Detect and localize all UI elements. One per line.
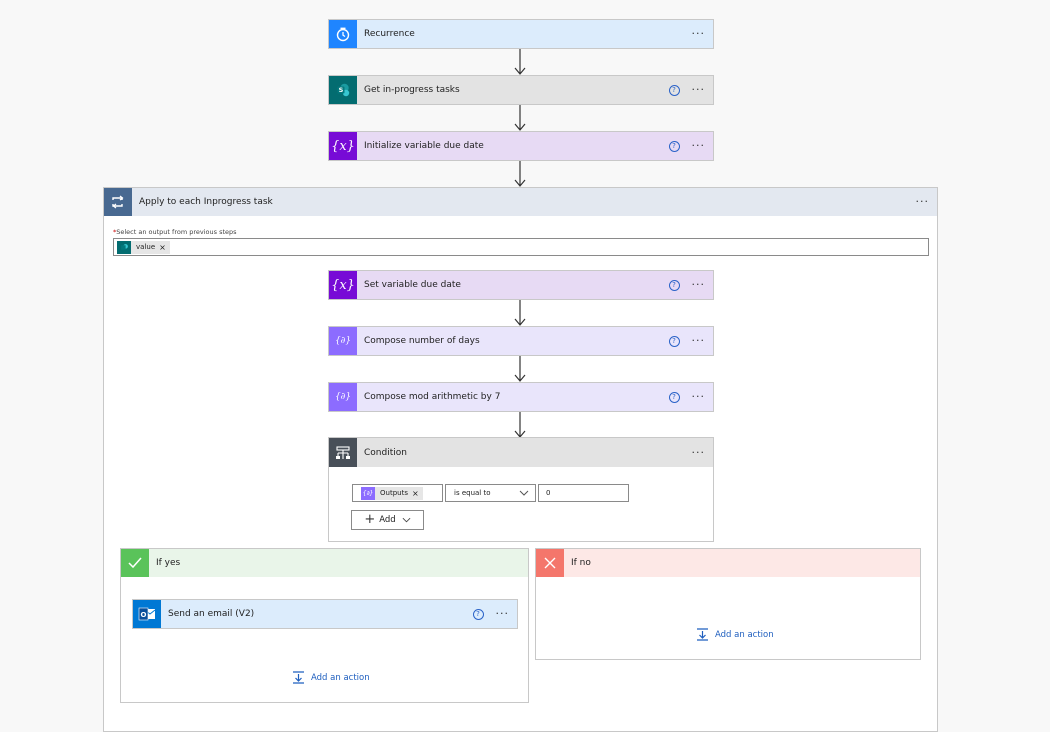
connector-arrow [514, 105, 526, 131]
more-options-icon[interactable]: ··· [692, 447, 706, 458]
sharepoint-icon: S [329, 76, 357, 104]
more-options-icon[interactable]: ··· [692, 335, 706, 346]
plus-icon: + [364, 512, 376, 527]
token-label: Outputs [380, 489, 408, 497]
value-token[interactable]: value × [117, 240, 170, 254]
right-value: 0 [546, 489, 551, 497]
connector-arrow [514, 161, 526, 187]
step-compose-mod[interactable]: {∂} Compose mod arithmetic by 7 ? ··· [328, 382, 714, 412]
step-title: Send an email (V2) [168, 609, 255, 619]
add-label: Add [379, 515, 396, 525]
check-icon [121, 549, 149, 577]
step-recurrence[interactable]: Recurrence ··· [328, 19, 714, 49]
select-output-field[interactable]: value × [113, 238, 929, 256]
connector-arrow [514, 49, 526, 75]
remove-token-icon[interactable]: × [412, 489, 419, 498]
add-action-link[interactable]: Add an action [292, 671, 370, 684]
more-options-icon[interactable]: ··· [916, 196, 930, 207]
compose-icon: {∂} [361, 486, 375, 500]
chevron-down-icon [402, 517, 411, 523]
alarm-clock-icon [329, 20, 357, 48]
token-label: value [136, 243, 156, 251]
if-yes-header[interactable]: If yes [121, 549, 528, 577]
step-title: Set variable due date [364, 280, 461, 290]
chevron-down-icon [519, 490, 529, 496]
branch-title: If no [571, 558, 591, 568]
more-options-icon[interactable]: ··· [692, 28, 706, 39]
if-no-branch: If no Add an action [535, 548, 921, 660]
more-options-icon[interactable]: ··· [692, 140, 706, 151]
condition-icon [329, 438, 357, 467]
condition-card: Condition ··· {∂} Outputs × is equal to … [328, 437, 714, 542]
branch-title: If yes [156, 558, 181, 568]
condition-right-field[interactable]: 0 [538, 484, 629, 502]
select-output-label: *Select an output from previous steps [113, 228, 237, 236]
step-title: Apply to each Inprogress task [139, 197, 273, 207]
step-title: Initialize variable due date [364, 141, 484, 151]
step-compose-days[interactable]: {∂} Compose number of days ? ··· [328, 326, 714, 356]
close-icon [536, 549, 564, 577]
help-icon[interactable]: ? [668, 391, 680, 403]
add-action-label: Add an action [311, 672, 370, 683]
more-options-icon[interactable]: ··· [692, 391, 706, 402]
outputs-token[interactable]: {∂} Outputs × [361, 486, 423, 500]
select-output-text: Select an output from previous steps [116, 228, 237, 236]
if-yes-branch: If yes O Send an email (V2) ? ··· Add an… [120, 548, 529, 703]
if-no-header[interactable]: If no [536, 549, 920, 577]
more-options-icon[interactable]: ··· [692, 279, 706, 290]
condition-header[interactable]: Condition ··· [329, 438, 713, 467]
connector-arrow [514, 356, 526, 382]
help-icon[interactable]: ? [668, 279, 680, 291]
variable-icon: {x} [329, 132, 357, 160]
add-action-label: Add an action [715, 629, 774, 640]
compose-icon: {∂} [329, 383, 357, 411]
help-icon[interactable]: ? [668, 84, 680, 96]
add-condition-button[interactable]: + Add [351, 510, 424, 530]
outlook-icon: O [133, 600, 161, 628]
step-initialize-variable[interactable]: {x} Initialize variable due date ? ··· [328, 131, 714, 161]
remove-token-icon[interactable]: × [159, 243, 166, 252]
help-icon[interactable]: ? [668, 335, 680, 347]
step-send-email[interactable]: O Send an email (V2) ? ··· [132, 599, 518, 629]
step-title: Recurrence [364, 29, 415, 39]
connector-arrow [514, 300, 526, 326]
step-set-variable[interactable]: {x} Set variable due date ? ··· [328, 270, 714, 300]
sharepoint-icon [117, 240, 131, 254]
operator-select[interactable]: is equal to [445, 484, 536, 502]
step-title: Get in-progress tasks [364, 85, 460, 95]
svg-text:S: S [339, 86, 344, 94]
help-icon[interactable]: ? [668, 140, 680, 152]
step-title: Compose number of days [364, 336, 480, 346]
compose-icon: {∂} [329, 327, 357, 355]
variable-icon: {x} [329, 271, 357, 299]
add-action-icon [293, 671, 304, 684]
loop-icon [104, 188, 132, 216]
step-get-tasks[interactable]: S Get in-progress tasks ? ··· [328, 75, 714, 105]
add-action-link[interactable]: Add an action [696, 628, 774, 641]
step-title: Condition [364, 447, 407, 458]
step-title: Compose mod arithmetic by 7 [364, 392, 501, 402]
add-action-icon [697, 628, 708, 641]
more-options-icon[interactable]: ··· [496, 608, 510, 619]
condition-left-field[interactable]: {∂} Outputs × [352, 484, 443, 502]
operator-value: is equal to [454, 489, 491, 497]
help-icon[interactable]: ? [472, 608, 484, 620]
connector-arrow [514, 412, 526, 438]
svg-text:O: O [141, 611, 147, 619]
more-options-icon[interactable]: ··· [692, 84, 706, 95]
apply-to-each-header[interactable]: Apply to each Inprogress task ··· [104, 188, 937, 216]
